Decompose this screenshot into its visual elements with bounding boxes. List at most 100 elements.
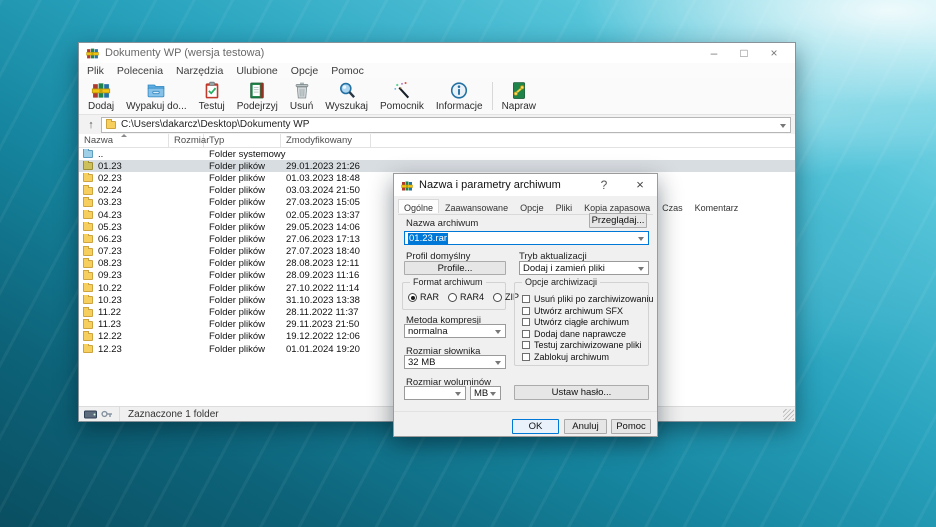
up-directory-button[interactable]: ↑ bbox=[81, 117, 101, 133]
cancel-button[interactable]: Anuluj bbox=[564, 419, 607, 434]
toolbar-button-dodaj[interactable]: Dodaj bbox=[82, 79, 120, 114]
chevron-down-icon[interactable] bbox=[638, 267, 644, 271]
tab-czas[interactable]: Czas bbox=[656, 200, 689, 214]
compression-value: normalna bbox=[408, 326, 448, 337]
profiles-button[interactable]: Profile... bbox=[404, 261, 506, 275]
file-type-cell: Folder plików bbox=[204, 197, 281, 208]
toolbar-button-podejrzyj[interactable]: Podejrzyj bbox=[231, 79, 284, 114]
toolbar-button-informacje[interactable]: Informacje bbox=[430, 79, 489, 114]
tab-opcje[interactable]: Opcje bbox=[514, 200, 550, 214]
tab-komentarz[interactable]: Komentarz bbox=[689, 200, 745, 214]
file-name-cell: 12.23 bbox=[79, 344, 169, 355]
menu-item-narzedzia[interactable]: Narzędzia bbox=[176, 65, 223, 77]
table-row[interactable]: ..Folder systemowy bbox=[79, 148, 795, 160]
tab-pliki[interactable]: Pliki bbox=[550, 200, 579, 214]
extract-folder-icon bbox=[145, 80, 167, 100]
column-header-type[interactable]: Typ bbox=[204, 134, 281, 148]
ok-button[interactable]: OK bbox=[512, 419, 559, 434]
dictionary-select[interactable]: 32 MB bbox=[404, 355, 506, 369]
checkbox-icon bbox=[522, 307, 530, 315]
tab-zaawansowane[interactable]: Zaawansowane bbox=[439, 200, 514, 214]
column-header-size[interactable]: Rozmiar bbox=[169, 134, 204, 148]
checkbox-icon bbox=[522, 295, 530, 303]
option-checkbox-usun-pliki[interactable]: Usuń pliki po zarchiwizowaniu bbox=[522, 294, 654, 304]
chevron-down-icon[interactable] bbox=[780, 124, 786, 128]
volume-size-combo[interactable] bbox=[404, 386, 466, 400]
toolbar-button-wyszukaj[interactable]: Wyszukaj bbox=[319, 79, 374, 114]
file-modified-cell: 19.12.2022 12:06 bbox=[281, 331, 391, 342]
desktop-wallpaper: Dokumenty WP (wersja testowa) – □ × Plik… bbox=[0, 0, 936, 527]
file-name: 07.23 bbox=[98, 246, 122, 257]
checkbox-label: Usuń pliki po zarchiwizowaniu bbox=[534, 294, 654, 304]
format-radio-rar4[interactable]: RAR4 bbox=[448, 292, 484, 302]
address-combo[interactable]: C:\Users\dakarcz\Desktop\Dokumenty WP bbox=[101, 117, 791, 133]
file-type-cell: Folder plików bbox=[204, 258, 281, 269]
menu-item-polecenia[interactable]: Polecenia bbox=[117, 65, 163, 77]
volume-unit-select[interactable]: MB bbox=[470, 386, 501, 400]
chevron-down-icon[interactable] bbox=[495, 361, 501, 365]
close-icon[interactable]: × bbox=[759, 43, 789, 63]
tab-kopia-zapasowa[interactable]: Kopia zapasowa bbox=[578, 200, 656, 214]
file-name: 12.22 bbox=[98, 331, 122, 342]
folder-icon bbox=[83, 272, 93, 280]
archive-name-combo[interactable]: 01.23.rar bbox=[404, 231, 649, 245]
file-modified-cell: 31.10.2023 13:38 bbox=[281, 295, 391, 306]
file-type-cell: Folder plików bbox=[204, 210, 281, 221]
chevron-down-icon[interactable] bbox=[490, 392, 496, 396]
option-checkbox-sfx[interactable]: Utwórz archiwum SFX bbox=[522, 306, 623, 316]
toolbar-button-testuj[interactable]: Testuj bbox=[193, 79, 231, 114]
chevron-down-icon[interactable] bbox=[455, 392, 461, 396]
chevron-down-icon[interactable] bbox=[638, 237, 644, 241]
toolbar-separator bbox=[492, 82, 493, 110]
file-modified-cell: 28.11.2022 11:37 bbox=[281, 307, 391, 318]
menu-item-ulubione[interactable]: Ulubione bbox=[236, 65, 277, 77]
tab-ogolne[interactable]: Ogólne bbox=[398, 199, 439, 213]
help-button[interactable]: Pomoc bbox=[611, 419, 651, 434]
dialog-close-icon[interactable]: × bbox=[627, 174, 653, 196]
update-mode-select[interactable]: Dodaj i zamień pliki bbox=[519, 261, 649, 275]
chevron-down-icon[interactable] bbox=[495, 330, 501, 334]
file-name-cell: 08.23 bbox=[79, 258, 169, 269]
menu-item-opcje[interactable]: Opcje bbox=[291, 65, 318, 77]
folder-icon bbox=[83, 333, 93, 341]
file-name: 10.22 bbox=[98, 283, 122, 294]
option-checkbox-ciagle[interactable]: Utwórz ciągłe archiwum bbox=[522, 317, 629, 327]
option-checkbox-naprawcze[interactable]: Dodaj dane naprawcze bbox=[522, 329, 626, 339]
maximize-icon[interactable]: □ bbox=[729, 43, 759, 63]
option-checkbox-testuj[interactable]: Testuj zarchiwizowane pliki bbox=[522, 340, 642, 350]
checkbox-label: Testuj zarchiwizowane pliki bbox=[534, 340, 642, 350]
option-checkbox-zablokuj[interactable]: Zablokuj archiwum bbox=[522, 352, 609, 362]
test-checklist-icon bbox=[201, 80, 223, 100]
menu-item-plik[interactable]: Plik bbox=[87, 65, 104, 77]
file-type-cell: Folder plików bbox=[204, 319, 281, 330]
table-row[interactable]: 01.23Folder plików29.01.2023 21:26 bbox=[79, 160, 795, 172]
checkbox-icon bbox=[522, 318, 530, 326]
folder-icon bbox=[83, 260, 93, 268]
browse-button[interactable]: Przeglądaj... bbox=[589, 213, 647, 228]
column-header-name[interactable]: Nazwa bbox=[79, 134, 169, 148]
menu-item-pomoc[interactable]: Pomoc bbox=[331, 65, 364, 77]
toolbar-button-napraw[interactable]: Napraw bbox=[496, 79, 542, 114]
column-header-modified[interactable]: Zmodyfikowany bbox=[281, 134, 371, 148]
toolbar-button-label: Podejrzyj bbox=[237, 101, 278, 112]
file-type-cell: Folder plików bbox=[204, 270, 281, 281]
dictionary-value: 32 MB bbox=[408, 357, 435, 368]
main-titlebar[interactable]: Dokumenty WP (wersja testowa) – □ × bbox=[79, 43, 795, 63]
set-password-button[interactable]: Ustaw hasło... bbox=[514, 385, 649, 400]
archive-format-group: Format archiwum RARRAR4ZIP bbox=[402, 282, 506, 310]
toolbar-button-wypakuj[interactable]: Wypakuj do... bbox=[120, 79, 193, 114]
file-name-cell: 03.23 bbox=[79, 197, 169, 208]
folder-icon bbox=[83, 345, 93, 353]
status-text: Zaznaczone 1 folder bbox=[120, 409, 219, 420]
dialog-help-icon[interactable]: ? bbox=[591, 174, 617, 196]
dialog-titlebar[interactable]: Nazwa i parametry archiwum ? × bbox=[394, 174, 657, 196]
compression-select[interactable]: normalna bbox=[404, 324, 506, 338]
toolbar-button-pomocnik[interactable]: Pomocnik bbox=[374, 79, 430, 114]
toolbar-button-label: Napraw bbox=[502, 101, 536, 112]
toolbar-button-usun[interactable]: Usuń bbox=[284, 79, 319, 114]
folder-icon bbox=[83, 248, 93, 256]
minimize-icon[interactable]: – bbox=[699, 43, 729, 63]
format-radio-rar[interactable]: RAR bbox=[408, 292, 439, 302]
resize-grip[interactable] bbox=[783, 409, 794, 420]
address-bar: ↑ C:\Users\dakarcz\Desktop\Dokumenty WP bbox=[79, 115, 795, 134]
